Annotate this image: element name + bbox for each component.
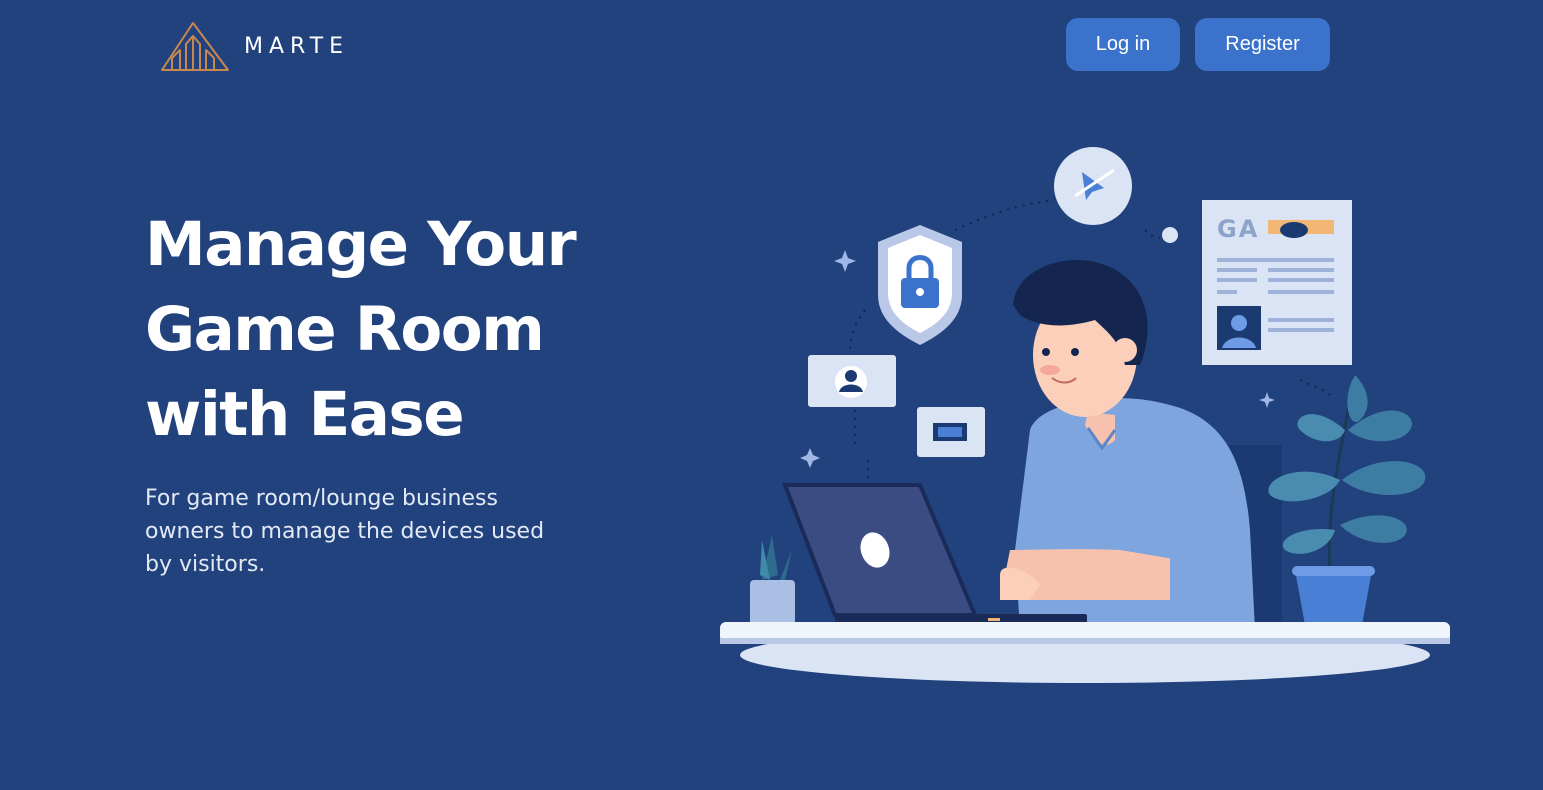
- potted-plant: [1268, 374, 1426, 625]
- register-button[interactable]: Register: [1195, 18, 1330, 71]
- cursor-bubble: [1054, 147, 1132, 225]
- hero-subtitle: For game room/lounge business owners to …: [145, 486, 545, 577]
- desk: [720, 622, 1450, 683]
- brand-name: MARTE: [244, 33, 350, 59]
- document-letters: GA: [1217, 215, 1259, 243]
- hero-illustration: GA: [720, 147, 1450, 683]
- small-plant: [750, 535, 795, 625]
- landing-page: MARTE Log in Register Manage Your Game R…: [0, 0, 1543, 790]
- profile-card-icon: [808, 355, 896, 407]
- header-nav: Log in Register: [1066, 18, 1330, 71]
- hero-title: Manage Your Game Room with Ease: [145, 209, 577, 450]
- media-card-icon: [917, 407, 985, 457]
- document-icon: GA: [1202, 200, 1352, 365]
- pyramid-logo-icon: [161, 22, 229, 71]
- shield-lock-icon: [878, 225, 962, 345]
- brand-logo[interactable]: MARTE: [160, 20, 349, 72]
- login-button[interactable]: Log in: [1066, 18, 1180, 71]
